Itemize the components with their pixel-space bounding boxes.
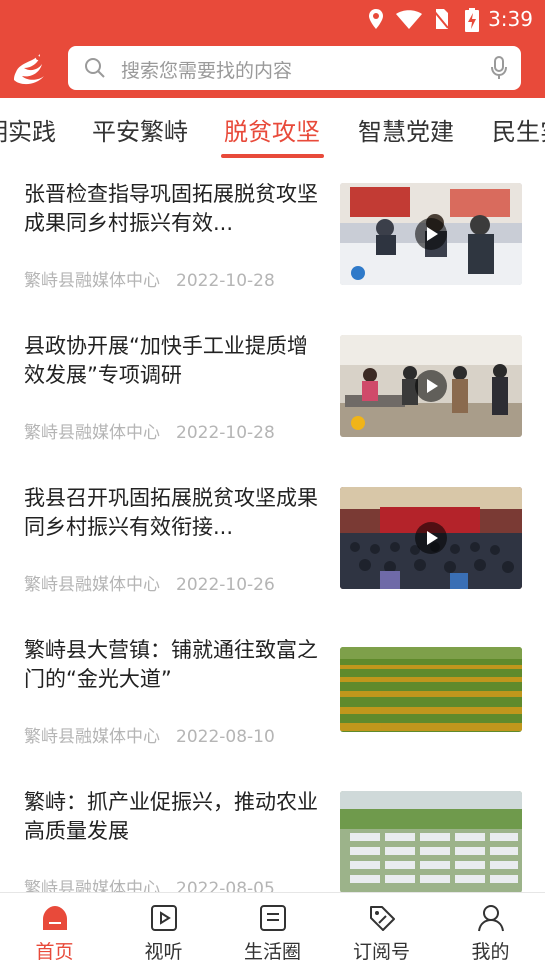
news-meta: 繁峙县融媒体中心 2022-10-28 xyxy=(24,418,275,443)
news-date: 2022-08-05 xyxy=(176,879,275,892)
nav-label: 我的 xyxy=(471,941,510,963)
news-thumbnail[interactable] xyxy=(340,791,522,892)
nav-video[interactable]: 视听 xyxy=(109,893,218,971)
tab-civilization-practice[interactable]: 明实践 xyxy=(0,112,56,147)
tab-poverty-alleviation[interactable]: 脱贫攻坚 xyxy=(224,112,320,147)
news-title[interactable]: 繁峙：抓产业促振兴，推动农业高质量发展 xyxy=(24,788,324,846)
news-item[interactable]: 繁峙：抓产业促振兴，推动农业高质量发展 繁峙县融媒体中心 2022-08-05 xyxy=(0,770,545,892)
app-logo-icon[interactable] xyxy=(10,50,50,88)
news-meta: 繁峙县融媒体中心 2022-08-05 xyxy=(24,874,275,892)
news-meta: 繁峙县融媒体中心 2022-10-26 xyxy=(24,570,275,595)
greenhouse-aerial-photo xyxy=(340,791,522,892)
news-item[interactable]: 我县召开巩固拓展脱贫攻坚成果同乡村振兴有效衔接... 繁峙县融媒体中心 2022-… xyxy=(0,466,545,618)
status-bar: 3:39 xyxy=(0,0,545,40)
search-icon xyxy=(85,58,105,78)
news-date: 2022-08-10 xyxy=(176,727,275,747)
app-header: 搜索您需要找的内容 xyxy=(0,40,545,98)
news-source: 繁峙县融媒体中心 xyxy=(24,727,160,747)
nav-label: 订阅号 xyxy=(352,941,410,963)
video-icon xyxy=(151,905,177,931)
nav-subscriptions[interactable]: 订阅号 xyxy=(327,893,436,971)
channel-tabs: 明实践 平安繁峙 脱贫攻坚 智慧党建 民生实 xyxy=(0,98,545,162)
location-icon xyxy=(369,9,383,29)
news-date: 2022-10-28 xyxy=(176,271,275,291)
news-title[interactable]: 张晋检查指导巩固拓展脱贫攻坚成果同乡村振兴有效... xyxy=(24,180,324,238)
tab-livelihood[interactable]: 民生实 xyxy=(492,112,545,147)
tab-safe-fanshi[interactable]: 平安繁峙 xyxy=(92,112,188,147)
news-title[interactable]: 我县召开巩固拓展脱贫攻坚成果同乡村振兴有效衔接... xyxy=(24,484,324,542)
nav-life-circle[interactable]: 生活圈 xyxy=(218,893,327,971)
news-item[interactable]: 张晋检查指导巩固拓展脱贫攻坚成果同乡村振兴有效... 繁峙县融媒体中心 2022-… xyxy=(0,162,545,314)
user-icon xyxy=(478,905,504,932)
nav-label: 生活圈 xyxy=(243,941,301,963)
status-time: 3:39 xyxy=(488,7,533,31)
marigold-field-photo xyxy=(340,647,522,732)
news-date: 2022-10-26 xyxy=(176,575,275,595)
active-tab-indicator xyxy=(221,154,324,158)
wifi-icon xyxy=(396,10,422,29)
news-thumbnail[interactable] xyxy=(340,335,522,437)
news-source: 繁峙县融媒体中心 xyxy=(24,575,160,595)
news-thumbnail[interactable] xyxy=(340,487,522,589)
bottom-navigation: 首页 视听 生活圈 订阅号 我的 xyxy=(0,892,545,971)
news-meta: 繁峙县融媒体中心 2022-10-28 xyxy=(24,266,275,291)
news-thumbnail[interactable] xyxy=(340,647,522,732)
news-item[interactable]: 县政协开展“加快手工业提质增效发展”专项调研 繁峙县融媒体中心 2022-10-2… xyxy=(0,314,545,466)
search-bar[interactable]: 搜索您需要找的内容 xyxy=(68,46,521,90)
news-meta: 繁峙县融媒体中心 2022-08-10 xyxy=(24,722,275,747)
document-icon xyxy=(260,905,286,931)
no-sim-icon xyxy=(433,9,449,29)
nav-profile[interactable]: 我的 xyxy=(436,893,545,971)
news-source: 繁峙县融媒体中心 xyxy=(24,271,160,291)
news-date: 2022-10-28 xyxy=(176,423,275,443)
microphone-icon[interactable] xyxy=(491,56,507,80)
search-placeholder[interactable]: 搜索您需要找的内容 xyxy=(121,56,292,83)
news-list: 张晋检查指导巩固拓展脱贫攻坚成果同乡村振兴有效... 繁峙县融媒体中心 2022-… xyxy=(0,162,545,892)
tab-smart-party-building[interactable]: 智慧党建 xyxy=(358,112,454,147)
play-icon[interactable] xyxy=(415,370,447,402)
play-icon[interactable] xyxy=(415,218,447,250)
nav-label: 首页 xyxy=(35,941,74,963)
news-title[interactable]: 县政协开展“加快手工业提质增效发展”专项调研 xyxy=(24,332,324,390)
nav-home[interactable]: 首页 xyxy=(0,893,109,971)
news-title[interactable]: 繁峙县大营镇：铺就通往致富之门的“金光大道” xyxy=(24,636,324,694)
news-source: 繁峙县融媒体中心 xyxy=(24,879,160,892)
tag-icon xyxy=(370,906,395,931)
news-thumbnail[interactable] xyxy=(340,183,522,285)
nav-label: 视听 xyxy=(144,941,183,963)
play-icon[interactable] xyxy=(415,522,447,554)
home-icon xyxy=(43,906,67,930)
news-item[interactable]: 繁峙县大营镇：铺就通往致富之门的“金光大道” 繁峙县融媒体中心 2022-08-1… xyxy=(0,618,545,770)
news-source: 繁峙县融媒体中心 xyxy=(24,423,160,443)
battery-charging-icon xyxy=(465,8,479,32)
